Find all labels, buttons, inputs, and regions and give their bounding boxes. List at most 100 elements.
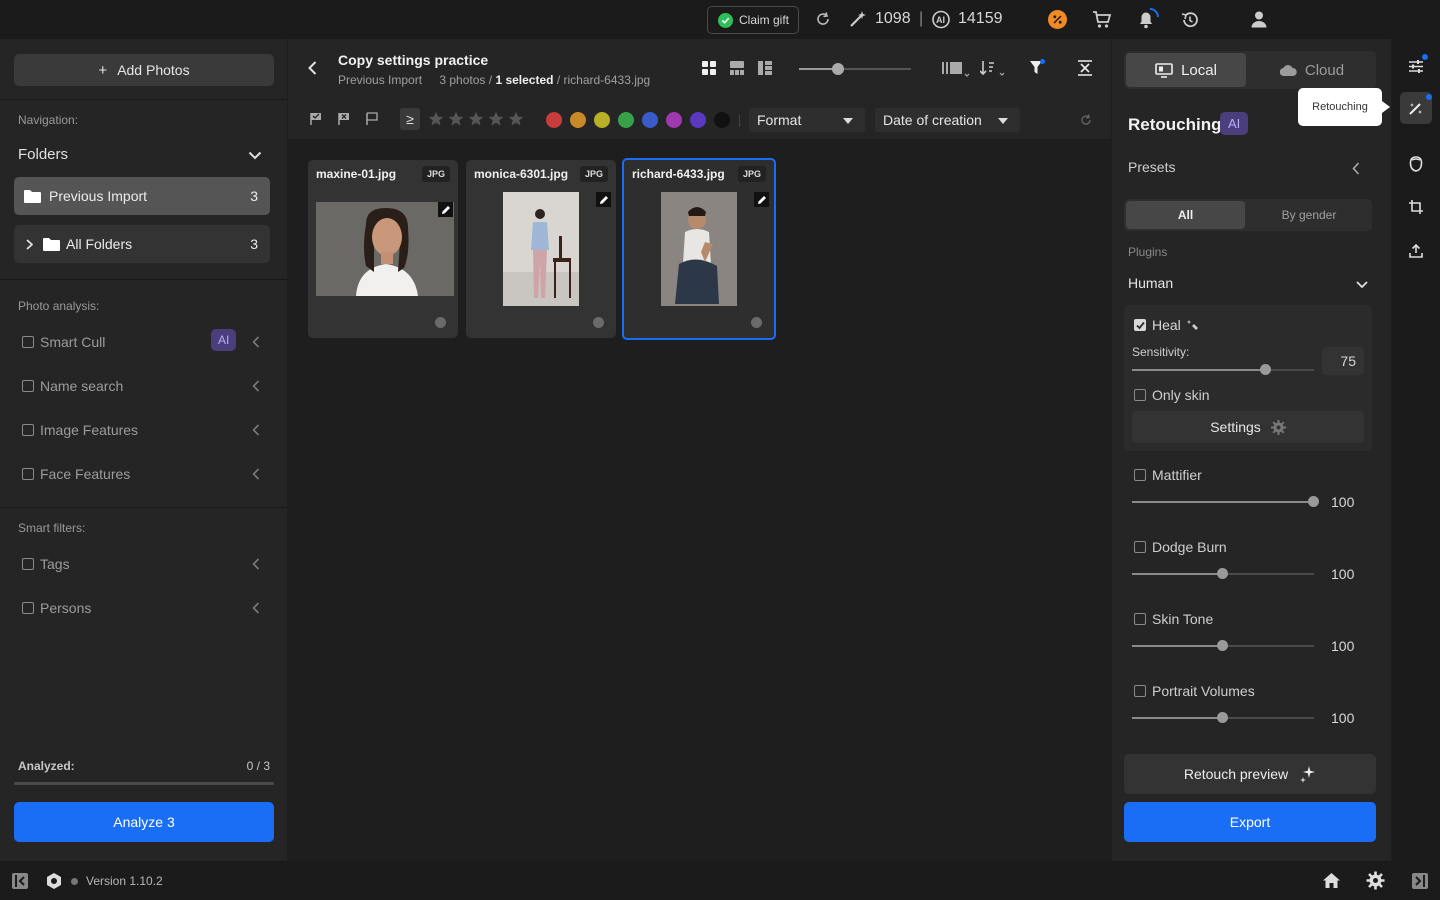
- plugin-slider-knob[interactable]: [1217, 568, 1228, 579]
- plugin-toggle[interactable]: Portrait Volumes: [1134, 683, 1255, 699]
- folder-all-folders[interactable]: All Folders 3: [14, 225, 270, 263]
- chevron-left-icon[interactable]: [1352, 162, 1360, 175]
- color-label-swatch[interactable]: [546, 112, 562, 128]
- plugin-toggle[interactable]: Skin Tone: [1134, 611, 1213, 627]
- flag-unflagged-icon[interactable]: [366, 112, 379, 126]
- star-icon[interactable]: [468, 111, 484, 127]
- photo-card[interactable]: monica-6301.jpg JPG: [466, 160, 616, 338]
- name-search-row[interactable]: Name search: [22, 376, 266, 396]
- sort-dropdown[interactable]: Date of creation: [875, 108, 1020, 132]
- back-arrow-icon[interactable]: [308, 61, 317, 75]
- tags-checkbox[interactable]: [22, 558, 34, 570]
- chevron-left-icon[interactable]: [252, 558, 260, 570]
- export-button[interactable]: Export: [1124, 802, 1376, 842]
- breadcrumb-folder[interactable]: Previous Import: [338, 73, 422, 87]
- claim-gift-button[interactable]: Claim gift: [707, 6, 799, 34]
- refresh-icon[interactable]: [815, 11, 831, 27]
- image-features-checkbox[interactable]: [22, 424, 34, 436]
- heal-checkbox-checked[interactable]: [1134, 319, 1146, 331]
- filter-icon[interactable]: [1029, 59, 1045, 77]
- plugin-group-human[interactable]: Human: [1128, 275, 1370, 295]
- color-label-swatch[interactable]: [642, 112, 658, 128]
- color-label-swatch[interactable]: [690, 112, 706, 128]
- format-dropdown[interactable]: Format: [749, 108, 865, 132]
- photo-thumbnail[interactable]: [316, 202, 454, 296]
- home-icon[interactable]: [1322, 872, 1341, 889]
- grid-view-icon[interactable]: [702, 61, 716, 75]
- notifications-icon[interactable]: [1136, 6, 1162, 30]
- preset-by-gender-button[interactable]: By gender: [1248, 201, 1370, 229]
- preset-all-button[interactable]: All: [1126, 201, 1245, 229]
- filmstrip-view-icon[interactable]: [730, 61, 744, 75]
- crop-icon[interactable]: [1409, 200, 1423, 214]
- face-features-checkbox[interactable]: [22, 468, 34, 480]
- plugin-checkbox[interactable]: [1134, 613, 1146, 625]
- color-label-swatch[interactable]: [594, 112, 610, 128]
- color-label-dot[interactable]: [593, 317, 604, 328]
- share-export-icon[interactable]: [1409, 244, 1423, 258]
- cart-icon[interactable]: [1092, 10, 1112, 29]
- adjustments-icon[interactable]: [1408, 59, 1424, 74]
- collapse-icon[interactable]: [1078, 60, 1092, 76]
- collapse-left-panel-icon[interactable]: [11, 872, 29, 890]
- thumbnail-size-slider[interactable]: [799, 63, 911, 75]
- chevron-left-icon[interactable]: [252, 602, 260, 614]
- photo-card[interactable]: maxine-01.jpg JPG: [308, 160, 458, 338]
- color-label-swatch[interactable]: [618, 112, 634, 128]
- plugin-toggle[interactable]: Dodge Burn: [1134, 539, 1227, 555]
- star-icon[interactable]: [508, 111, 524, 127]
- sort-icon[interactable]: [980, 60, 1006, 77]
- persons-row[interactable]: Persons: [22, 598, 266, 618]
- plugin-checkbox[interactable]: [1134, 469, 1146, 481]
- color-label-swatch[interactable]: [714, 112, 730, 128]
- reset-filters-icon[interactable]: [1080, 114, 1092, 126]
- color-label-swatch[interactable]: [570, 112, 586, 128]
- image-features-row[interactable]: Image Features: [22, 420, 266, 440]
- star-rating-filter[interactable]: [428, 111, 524, 127]
- heal-settings-button[interactable]: Settings: [1132, 411, 1364, 443]
- plugin-slider-knob[interactable]: [1217, 640, 1228, 651]
- slider-knob[interactable]: [832, 63, 844, 75]
- smart-cull-checkbox[interactable]: [22, 336, 34, 348]
- photo-card-selected[interactable]: richard-6433.jpg JPG: [622, 158, 776, 340]
- plugin-checkbox[interactable]: [1134, 685, 1146, 697]
- collapse-right-panel-icon[interactable]: [1411, 872, 1429, 890]
- color-label-dot[interactable]: [751, 317, 762, 328]
- retouching-tool-button[interactable]: [1400, 92, 1432, 124]
- add-photos-button[interactable]: + Add Photos: [14, 54, 274, 86]
- color-label-dot[interactable]: [435, 317, 446, 328]
- plugin-toggle[interactable]: Mattifier: [1134, 467, 1202, 483]
- chevron-right-icon[interactable]: [26, 238, 33, 250]
- only-skin-checkbox[interactable]: [1134, 389, 1146, 401]
- history-icon[interactable]: [1180, 10, 1200, 30]
- tab-local[interactable]: Local: [1126, 53, 1246, 87]
- folder-previous-import[interactable]: Previous Import 3: [14, 177, 270, 215]
- chevron-left-icon[interactable]: [252, 424, 260, 436]
- heal-toggle[interactable]: Heal: [1134, 317, 1200, 333]
- face-mask-icon[interactable]: [1409, 156, 1423, 172]
- color-label-swatch[interactable]: [666, 112, 682, 128]
- star-icon[interactable]: [488, 111, 504, 127]
- tab-cloud[interactable]: Cloud: [1250, 53, 1374, 87]
- photo-thumbnail[interactable]: [661, 192, 737, 306]
- name-search-checkbox[interactable]: [22, 380, 34, 392]
- compare-view-icon[interactable]: [758, 61, 772, 75]
- tags-row[interactable]: Tags: [22, 554, 266, 574]
- smart-cull-row[interactable]: Smart Cull AI: [22, 329, 266, 352]
- chevron-left-icon[interactable]: [252, 468, 260, 480]
- star-icon[interactable]: [428, 111, 444, 127]
- user-avatar-icon[interactable]: [1250, 10, 1268, 28]
- retouch-preview-button[interactable]: Retouch preview: [1124, 754, 1376, 794]
- flag-rejected-icon[interactable]: [338, 112, 351, 126]
- sensitivity-input[interactable]: 75: [1322, 347, 1364, 375]
- settings-gear-icon[interactable]: [1366, 871, 1385, 890]
- chevron-left-icon[interactable]: [252, 380, 260, 392]
- stack-icon[interactable]: [942, 61, 970, 77]
- folders-header[interactable]: Folders: [18, 146, 266, 166]
- analyze-button[interactable]: Analyze 3: [14, 802, 274, 842]
- chevron-left-icon[interactable]: [252, 336, 260, 348]
- photo-thumbnail[interactable]: [503, 192, 579, 306]
- plugin-checkbox[interactable]: [1134, 541, 1146, 553]
- only-skin-toggle[interactable]: Only skin: [1134, 387, 1210, 403]
- persons-checkbox[interactable]: [22, 602, 34, 614]
